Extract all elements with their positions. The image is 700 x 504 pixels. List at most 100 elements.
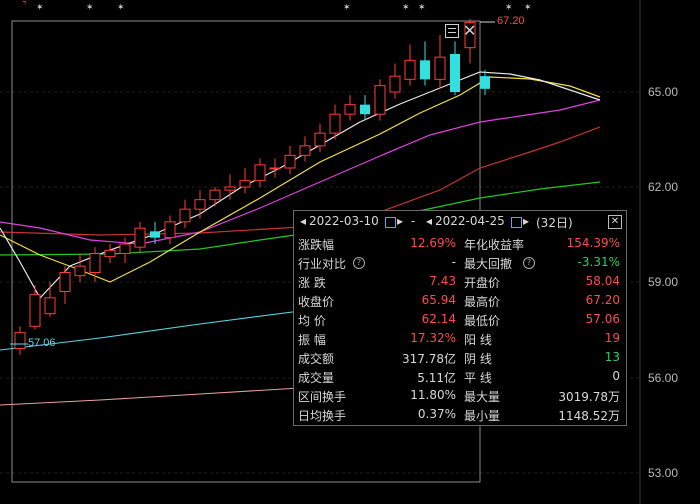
event-star-icon[interactable]: ✶ [36,3,44,13]
candle-body [59,272,71,292]
stat-value: 5.11亿 [417,371,456,385]
stat-label: 最小量 [464,409,501,423]
stat-value: 67.20 [585,293,620,307]
stat-value: - [451,255,456,269]
event-star-icon[interactable]: ✶ [86,3,94,13]
candle [389,63,401,99]
price-label-62: 62.00 [648,180,679,194]
candle-body [89,253,101,273]
candle-body [420,60,430,80]
candle [164,215,176,244]
help-icon[interactable]: ? [523,257,535,269]
stat-value: 58.04 [585,274,620,288]
stat-value: 0.37% [417,407,456,421]
candle-body [480,76,490,89]
candle-body [224,186,236,191]
candle-body [179,208,191,223]
high-price-label: 67.20 [497,15,525,27]
candle-body [374,85,386,115]
event-star-icon[interactable]: ✶ [524,3,532,13]
interval-stats-panel: ◂ 2022-03-10 ▸ - ◂ 2022-04-25 ▸ (32日) ✕ … [293,210,627,426]
candle [74,253,86,282]
stat-value: 13 [604,350,620,364]
candle-body [239,180,251,188]
stats-row: 涨跌幅 12.69% 年化收益率 154.39% [294,235,626,254]
stat-label: 日均换手 [298,409,347,423]
event-star-icon[interactable]: ✶ [343,3,351,13]
candle-body [404,59,416,80]
stat-value: 154.39% [566,236,620,250]
range-separator: - [411,214,416,228]
stat-label: 区间换手 [298,390,347,404]
stat-label: 收盘价 [298,295,335,309]
event-star-icon[interactable]: ✶ [418,3,426,13]
end-date[interactable]: 2022-04-25 [435,214,505,228]
low-price-label: 57.06 [28,337,56,349]
stat-label: 平 线 [464,371,492,385]
candle [29,285,41,330]
stat-value: 11.80% [410,388,456,402]
selection-close-icon[interactable]: ✕ [463,21,476,40]
candle [194,190,206,219]
stat-value: 62.14 [421,312,456,326]
candle-body [329,113,341,134]
stat-label: 均 价 [298,314,326,328]
start-date[interactable]: 2022-03-10 [309,214,379,228]
candle [360,95,370,121]
end-date-next-icon[interactable]: ▸ [523,214,529,228]
stats-row: 行业对比? - 最大回撤? -3.31% [294,254,626,273]
candle-body [284,154,296,169]
stat-value: 12.69% [410,236,456,250]
candle [224,174,236,200]
candle [450,41,460,96]
stats-row: 成交额 317.78亿阴 线 13 [294,349,626,368]
candle-body [74,265,86,277]
start-date-prev-icon[interactable]: ◂ [300,214,306,228]
event-star-icon[interactable]: ✶ [402,3,410,13]
stat-value: 0 [612,369,620,383]
stat-value: 19 [604,331,620,345]
candle-body [44,297,56,315]
candle [14,326,26,355]
stat-label: 最高价 [464,295,501,309]
candle [374,79,386,121]
stat-value: 17.32% [410,331,456,345]
price-label-53: 53.00 [648,466,679,480]
event-star-icon[interactable]: ✶ [117,3,125,13]
price-label-59: 59.00 [648,275,679,289]
stat-value: 317.78亿 [402,352,456,366]
candle [299,136,311,162]
stat-label: 最大量 [464,390,501,404]
candle-body [119,243,131,254]
stat-label: 最低价 [464,314,501,328]
selection-menu-icon[interactable] [445,24,459,38]
stats-row: 区间换手 11.80% 最大量 3019.78万 [294,387,626,406]
candle [254,158,266,187]
event-star-icon[interactable]: ✶ [505,3,513,13]
stat-value: 57.06 [585,312,620,326]
candle [314,123,326,153]
stat-label: 阴 线 [464,352,492,366]
candle [44,282,56,317]
candle-body [269,167,281,170]
help-icon[interactable]: ? [353,257,365,269]
stats-row: 振 幅 17.32% 阳 线 19 [294,330,626,349]
stats-row: 日均换手 0.37% 最小量 1148.52万 [294,406,626,425]
stat-label: 成交量 [298,371,335,385]
candle [284,145,296,175]
event-marker-icon[interactable]: ⌝ [22,1,26,11]
candle [480,69,490,96]
stat-value: 1148.52万 [558,409,620,423]
stats-row: 收盘价 65.94 最高价 67.20 [294,292,626,311]
candle [104,244,116,263]
stat-label: 涨跌幅 [298,238,335,252]
start-date-next-icon[interactable]: ▸ [397,214,403,228]
stats-row: 均 价 62.14 最低价 57.06 [294,311,626,330]
stats-row: 成交量 5.11亿平 线 0 [294,368,626,387]
stat-value: -3.31% [577,255,620,269]
candle-body [104,249,116,258]
stat-value: 3019.78万 [558,390,620,404]
candle-body [209,189,221,201]
end-date-prev-icon[interactable]: ◂ [426,214,432,228]
stat-label: 最大回撤 [464,257,513,271]
